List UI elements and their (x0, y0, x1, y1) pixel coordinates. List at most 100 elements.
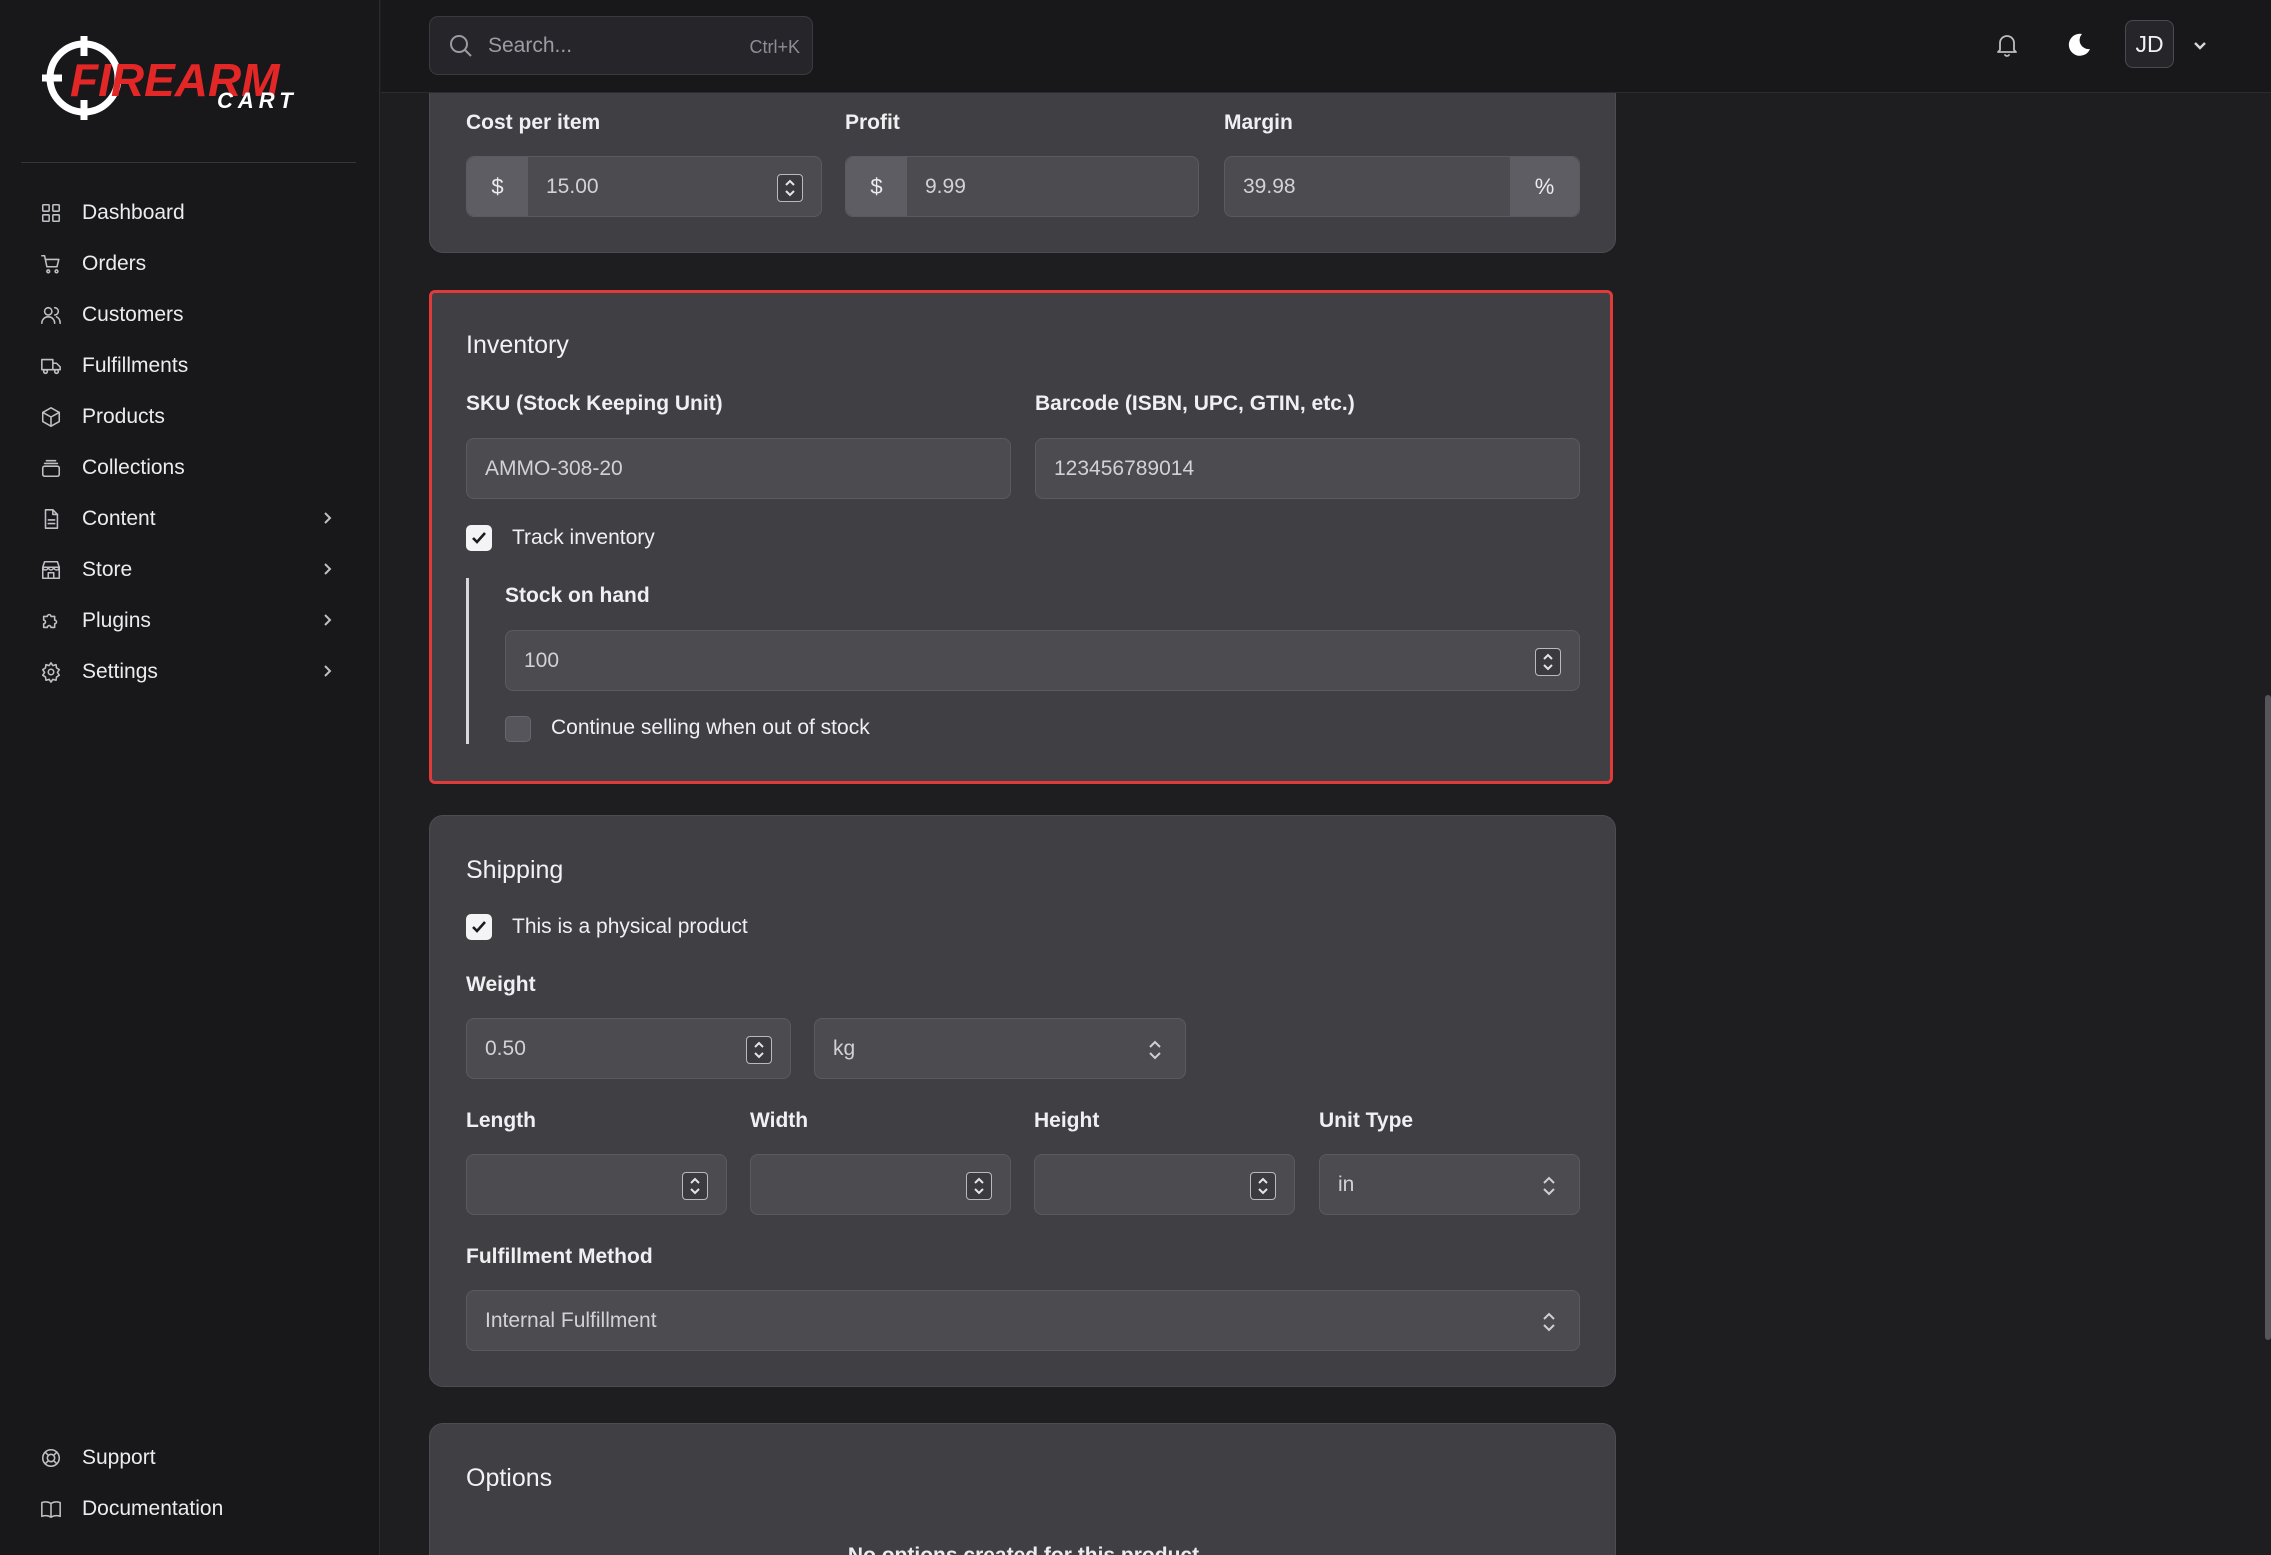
logo-text-cart: CART (217, 88, 298, 113)
lifebuoy-icon (39, 1446, 63, 1470)
sidebar-item-label: Documentation (82, 1496, 224, 1520)
fulfillment-method-value: Internal Fulfillment (485, 1308, 657, 1332)
sidebar-item-label: Products (82, 404, 165, 428)
length-input[interactable] (466, 1154, 727, 1215)
profit-value: 9.99 (925, 174, 966, 198)
currency-prefix: $ (467, 157, 528, 216)
sidebar-item-plugins[interactable]: Plugins (21, 595, 356, 646)
shipping-card: Shipping This is a physical product Weig… (429, 815, 1616, 1387)
unit-type-select[interactable]: in (1319, 1154, 1580, 1215)
profit-field: $ 9.99 (845, 156, 1199, 217)
cost-per-item-input[interactable]: $ 15.00 (466, 156, 822, 217)
sku-label: SKU (Stock Keeping Unit) (466, 392, 723, 415)
margin-field: 39.98 % (1224, 156, 1580, 217)
sidebar-item-store[interactable]: Store (21, 544, 356, 595)
user-avatar[interactable]: JD (2125, 20, 2174, 68)
cart-icon (39, 252, 63, 276)
height-label: Height (1034, 1109, 1100, 1132)
unit-type-value: in (1338, 1172, 1355, 1196)
number-stepper-icon[interactable] (777, 174, 803, 202)
number-stepper-icon[interactable] (1535, 648, 1561, 676)
options-empty-state: No options created for this product (430, 1544, 1617, 1555)
chevron-right-icon (318, 560, 336, 578)
sidebar-item-label: Collections (82, 455, 185, 479)
sidebar-item-support[interactable]: Support (21, 1432, 356, 1483)
length-label: Length (466, 1109, 536, 1132)
search-shortcut-hint: Ctrl+K (749, 37, 800, 57)
stack-icon (39, 456, 63, 480)
barcode-value: 123456789014 (1054, 456, 1195, 480)
grid-icon (39, 201, 63, 225)
profit-label: Profit (845, 111, 900, 134)
weight-input[interactable]: 0.50 (466, 1018, 791, 1079)
track-inventory-label: Track inventory (512, 526, 655, 549)
sidebar-item-label: Dashboard (82, 200, 185, 224)
stock-on-hand-input[interactable]: 100 (505, 630, 1580, 691)
file-icon (39, 507, 63, 531)
fulfillment-method-select[interactable]: Internal Fulfillment (466, 1290, 1580, 1351)
users-icon (39, 303, 63, 327)
sidebar-item-documentation[interactable]: Documentation (21, 1483, 356, 1534)
topbar: Ctrl+K JD (381, 0, 2271, 93)
number-stepper-icon[interactable] (682, 1172, 708, 1200)
box-icon (39, 405, 63, 429)
sidebar-item-label: Store (82, 557, 133, 581)
cost-per-item-value: 15.00 (546, 174, 599, 198)
sidebar-footer-nav: Support Documentation (21, 1432, 356, 1534)
number-stepper-icon[interactable] (746, 1036, 772, 1064)
options-title: Options (466, 1464, 553, 1492)
cost-per-item-label: Cost per item (466, 111, 601, 134)
chevron-up-down-icon (1143, 1036, 1167, 1064)
continue-selling-label: Continue selling when out of stock (551, 716, 870, 739)
truck-icon (39, 354, 63, 378)
margin-label: Margin (1224, 111, 1293, 134)
unit-type-label: Unit Type (1319, 1109, 1414, 1132)
barcode-input[interactable]: 123456789014 (1035, 438, 1580, 499)
chevron-right-icon (318, 509, 336, 527)
track-inventory-checkbox[interactable] (466, 525, 492, 551)
sidebar-item-content[interactable]: Content (21, 493, 356, 544)
search-input[interactable] (488, 33, 718, 58)
search-icon (448, 33, 474, 59)
number-stepper-icon[interactable] (1250, 1172, 1276, 1200)
sidebar-item-settings[interactable]: Settings (21, 646, 356, 697)
percent-suffix: % (1510, 157, 1579, 216)
weight-unit-select[interactable]: kg (814, 1018, 1186, 1079)
check-icon (472, 921, 486, 933)
sidebar-item-collections[interactable]: Collections (21, 442, 356, 493)
chevron-down-icon[interactable] (2191, 36, 2209, 54)
sidebar-item-orders[interactable]: Orders (21, 238, 356, 289)
dark-mode-toggle-moon-icon[interactable] (2061, 28, 2095, 62)
sku-input[interactable]: AMMO-308-20 (466, 438, 1011, 499)
height-input[interactable] (1034, 1154, 1295, 1215)
page-scrollbar[interactable] (2265, 695, 2271, 1340)
margin-value: 39.98 (1243, 174, 1296, 198)
search-box[interactable]: Ctrl+K (429, 16, 813, 75)
firearm-cart-logo[interactable]: FIREARM CART (42, 30, 342, 130)
sidebar-item-label: Settings (82, 659, 158, 683)
sku-value: AMMO-308-20 (485, 456, 623, 480)
sidebar-item-dashboard[interactable]: Dashboard (21, 187, 356, 238)
sidebar: FIREARM CART Dashboard Orders Customers … (0, 0, 380, 1555)
sidebar-item-label: Fulfillments (82, 353, 189, 377)
width-input[interactable] (750, 1154, 1011, 1215)
weight-unit-value: kg (833, 1036, 856, 1060)
nested-section-indicator (466, 578, 469, 744)
chevron-up-down-icon (1537, 1172, 1561, 1200)
sidebar-item-customers[interactable]: Customers (21, 289, 356, 340)
physical-product-checkbox[interactable] (466, 914, 492, 940)
sidebar-item-products[interactable]: Products (21, 391, 356, 442)
notifications-bell-icon[interactable] (1990, 28, 2024, 62)
width-label: Width (750, 1109, 809, 1132)
sidebar-item-label: Plugins (82, 608, 151, 632)
continue-selling-checkbox[interactable] (505, 716, 531, 742)
options-card: Options No options created for this prod… (429, 1423, 1616, 1555)
stock-on-hand-label: Stock on hand (505, 584, 650, 607)
number-stepper-icon[interactable] (966, 1172, 992, 1200)
sidebar-item-fulfillments[interactable]: Fulfillments (21, 340, 356, 391)
check-icon (472, 532, 486, 544)
currency-prefix: $ (846, 157, 907, 216)
gear-icon (39, 660, 63, 684)
chevron-up-down-icon (1537, 1308, 1561, 1336)
sidebar-item-label: Customers (82, 302, 184, 326)
